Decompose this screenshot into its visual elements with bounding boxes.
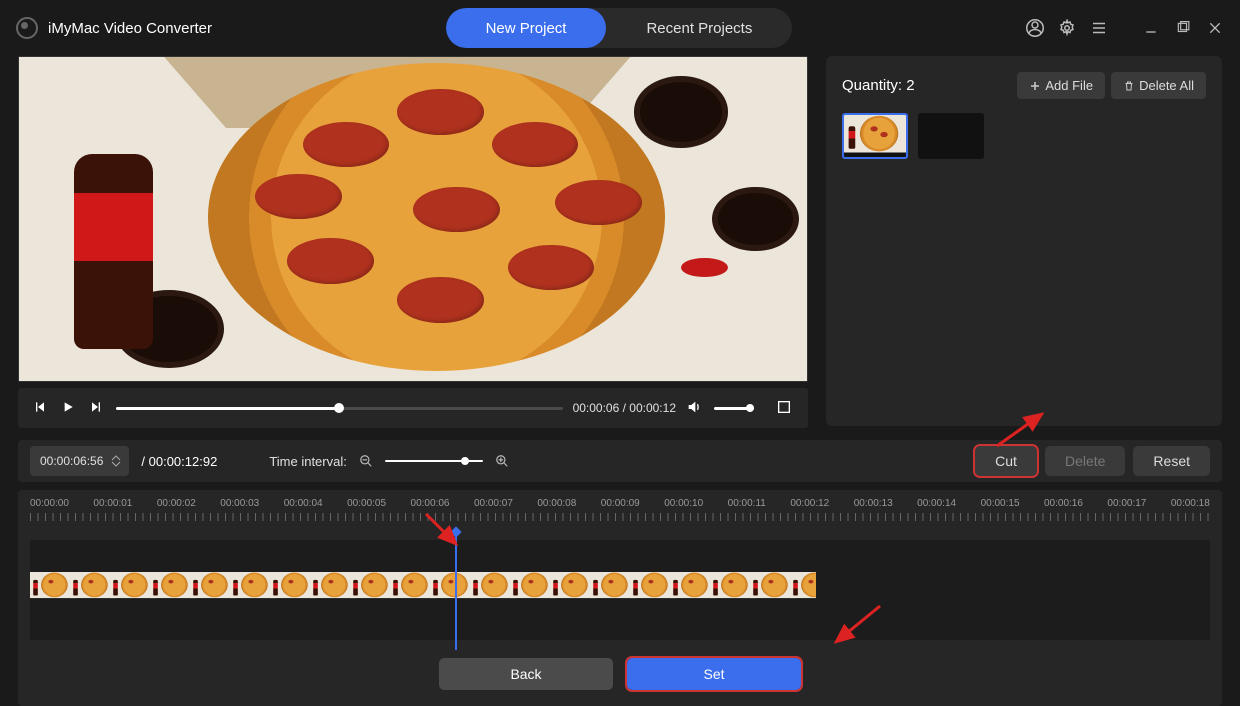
filmstrip-frame: [790, 572, 816, 608]
titlebar: iMyMac Video Converter New Project Recen…: [0, 0, 1240, 56]
duration-label: / 00:00:12:92: [141, 454, 217, 469]
video-preview[interactable]: [18, 56, 808, 382]
add-file-button[interactable]: Add File: [1017, 72, 1105, 99]
ruler-tick: 00:00:11: [728, 498, 766, 509]
zoom-in-icon[interactable]: [495, 454, 509, 468]
ruler-tick: 00:00:03: [220, 498, 259, 509]
timeline-panel: 00:00:00 00:00:01 00:00:02 00:00:03 00:00:04…: [18, 490, 1222, 706]
ruler-tick: 00:00:06: [411, 498, 450, 509]
ruler-tick: 00:00:01: [93, 498, 132, 509]
thumbnail-1[interactable]: [842, 113, 908, 159]
filmstrip-frame: [590, 572, 630, 608]
preview-panel: 00:00:06 / 00:00:12: [18, 56, 808, 428]
main-area: 00:00:06 / 00:00:12 Quantity: 2 Add File: [0, 56, 1240, 428]
ruler-tick: 00:00:14: [917, 498, 956, 509]
filmstrip-frame: [190, 572, 230, 608]
timecode-stepper[interactable]: [111, 455, 125, 467]
playbar-timecode: 00:00:06 / 00:00:12: [573, 401, 676, 415]
ruler-tick: 00:00:07: [474, 498, 513, 509]
ruler-tick: 00:00:10: [664, 498, 703, 509]
filmstrip-frame: [750, 572, 790, 608]
thumbnail-2[interactable]: [918, 113, 984, 159]
app-title: iMyMac Video Converter: [48, 20, 212, 37]
filmstrip-frame: [510, 572, 550, 608]
settings-icon[interactable]: [1058, 19, 1076, 37]
volume-icon[interactable]: [686, 399, 704, 417]
progress-slider[interactable]: [116, 407, 563, 410]
timecode-input[interactable]: 00:00:06:56: [30, 446, 129, 476]
ruler-tick: 00:00:17: [1107, 498, 1146, 509]
filmstrip-frame: [550, 572, 590, 608]
ruler-tick: 00:00:09: [601, 498, 640, 509]
filmstrip-frame: [150, 572, 190, 608]
tab-new-project[interactable]: New Project: [446, 8, 607, 48]
account-icon[interactable]: [1026, 19, 1044, 37]
window-controls: [1026, 19, 1224, 37]
filmstrip-frame: [470, 572, 510, 608]
filmstrip-frame: [710, 572, 750, 608]
clip-list-header: Quantity: 2 Add File Delete All: [842, 72, 1206, 99]
chevron-down-icon[interactable]: [111, 461, 121, 467]
bottom-button-row: Back Set: [30, 658, 1210, 690]
quantity-label: Quantity: 2: [842, 77, 915, 94]
menu-icon[interactable]: [1090, 19, 1108, 37]
set-button[interactable]: Set: [627, 658, 801, 690]
fullscreen-icon[interactable]: [776, 399, 794, 417]
filmstrip-frame: [350, 572, 390, 608]
ruler-tick: 00:00:13: [854, 498, 893, 509]
ruler-tick: 00:00:04: [284, 498, 323, 509]
delete-button[interactable]: Delete: [1045, 446, 1125, 476]
ruler-tick: 00:00:02: [157, 498, 196, 509]
ruler-tick: 00:00:05: [347, 498, 386, 509]
filmstrip-frame: [110, 572, 150, 608]
tab-recent-projects[interactable]: Recent Projects: [606, 8, 792, 48]
video-frame-content: [19, 57, 807, 381]
app-brand: iMyMac Video Converter: [16, 17, 212, 39]
close-icon[interactable]: [1206, 19, 1224, 37]
ruler-tick: 00:00:00: [30, 498, 69, 509]
zoom-slider[interactable]: [385, 460, 483, 462]
app-logo-icon: [16, 17, 38, 39]
ruler-tick: 00:00:12: [790, 498, 829, 509]
editor-toolbar: 00:00:06:56 / 00:00:12:92 Time interval:…: [18, 440, 1222, 482]
cut-button[interactable]: Cut: [975, 446, 1037, 476]
reset-button[interactable]: Reset: [1133, 446, 1210, 476]
ruler-tick: 00:00:15: [981, 498, 1020, 509]
project-tab-group: New Project Recent Projects: [446, 8, 793, 48]
zoom-out-icon[interactable]: [359, 454, 373, 468]
filmstrip-frame: [270, 572, 310, 608]
ruler-tick: 00:00:08: [537, 498, 576, 509]
time-interval-label: Time interval:: [269, 454, 347, 469]
filmstrip-frame: [30, 572, 70, 608]
filmstrip-frame: [390, 572, 430, 608]
filmstrip-frame: [670, 572, 710, 608]
back-button[interactable]: Back: [439, 658, 613, 690]
ruler-tick: 00:00:18: [1171, 498, 1210, 509]
filmstrip-frame: [70, 572, 110, 608]
volume-slider[interactable]: [714, 407, 754, 410]
time-ruler[interactable]: 00:00:00 00:00:01 00:00:02 00:00:03 00:00:04…: [30, 498, 1210, 526]
timecode-value: 00:00:06:56: [40, 454, 103, 468]
filmstrip-frame: [230, 572, 270, 608]
thumbnail-list: [842, 113, 1206, 159]
clip-list-panel: Quantity: 2 Add File Delete All: [826, 56, 1222, 426]
playhead[interactable]: [455, 530, 457, 650]
playbar: 00:00:06 / 00:00:12: [18, 388, 808, 428]
skip-start-icon[interactable]: [32, 399, 50, 417]
ruler-tick: 00:00:16: [1044, 498, 1083, 509]
minimize-icon[interactable]: [1142, 19, 1160, 37]
filmstrip-frame: [310, 572, 350, 608]
filmstrip-track[interactable]: [30, 540, 1210, 640]
delete-all-button[interactable]: Delete All: [1111, 72, 1206, 99]
maximize-icon[interactable]: [1174, 19, 1192, 37]
filmstrip-frame: [430, 572, 470, 608]
play-icon[interactable]: [60, 399, 78, 417]
skip-end-icon[interactable]: [88, 399, 106, 417]
filmstrip-frame: [630, 572, 670, 608]
